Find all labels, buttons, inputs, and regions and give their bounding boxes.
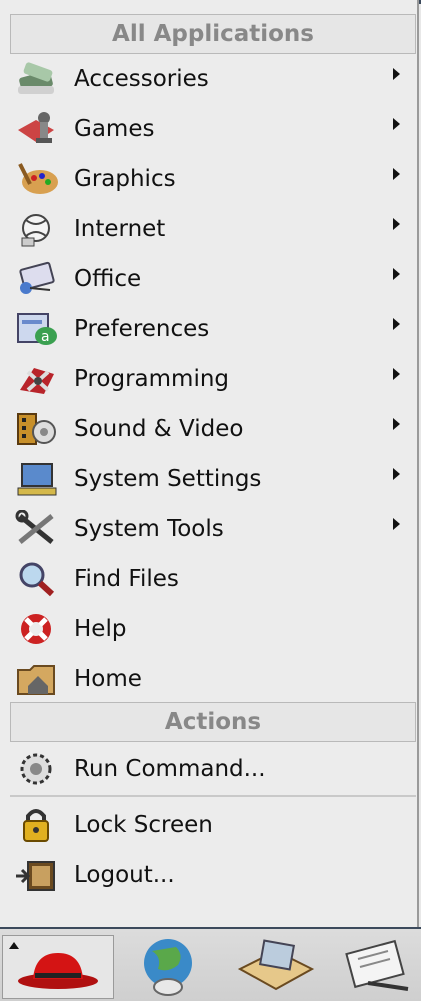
email-icon [237,939,315,991]
menu-item-label: System Settings [74,466,262,492]
menu-item-games[interactable]: Games [8,104,414,154]
action-lock-screen[interactable]: Lock Screen [8,800,414,850]
run-command-icon [8,747,66,791]
menu-item-label: Internet [74,216,166,242]
menu-item-label: Lock Screen [74,812,213,838]
menu-item-home[interactable]: Home [8,654,414,704]
menu-item-label: Sound & Video [74,416,244,442]
all-applications-header: All Applications [10,14,416,54]
menu-item-office[interactable]: Office [8,254,414,304]
submenu-arrow-icon [393,218,400,230]
programming-icon [8,357,66,401]
menu-item-graphics[interactable]: Graphics [8,154,414,204]
email-launcher[interactable] [226,935,326,999]
bottom-panel [0,927,421,1001]
menu-item-label: Games [74,116,155,142]
web-browser-icon [144,939,192,996]
menu-item-label: Help [74,616,127,642]
menu-item-label: Find Files [74,566,179,592]
svg-text:a: a [41,329,50,345]
action-run-command[interactable]: Run Command... [8,744,414,794]
menu-item-label: System Tools [74,516,224,542]
office-writer-icon [344,939,408,991]
menu-item-label: Run Command... [74,756,266,782]
graphics-icon [8,157,66,201]
menu-item-programming[interactable]: Programming [8,354,414,404]
actions-header: Actions [10,702,416,742]
menu-item-sound-video[interactable]: Sound & Video [8,404,414,454]
accessories-icon [8,57,66,101]
menu-item-label: Logout... [74,862,175,888]
menu-item-help[interactable]: Help [8,604,414,654]
main-menu-redhat-icon [18,953,98,989]
submenu-arrow-icon [393,518,400,530]
submenu-arrow-icon [393,368,400,380]
submenu-arrow-icon [393,168,400,180]
menu-item-accessories[interactable]: Accessories [8,54,414,104]
office-icon [8,257,66,301]
menu-item-label: Preferences [74,316,210,342]
menu-item-system-settings[interactable]: System Settings [8,454,414,504]
menu-item-label: Programming [74,366,230,392]
home-folder-icon [8,657,66,701]
applications-menu: All Applications Accessories Games Graph… [0,0,419,927]
sound-video-icon [8,407,66,451]
preferences-icon: a [8,307,66,351]
system-settings-icon [8,457,66,501]
menu-item-internet[interactable]: Internet [8,204,414,254]
writer-launcher[interactable] [334,935,421,999]
submenu-arrow-icon [393,68,400,80]
menu-item-system-tools[interactable]: System Tools [8,504,414,554]
system-tools-icon [8,507,66,551]
logout-icon [8,853,66,897]
separator [10,795,416,797]
main-menu-button[interactable] [2,935,114,999]
menu-up-arrow-icon [9,942,19,949]
submenu-arrow-icon [393,118,400,130]
submenu-arrow-icon [393,268,400,280]
internet-icon [8,207,66,251]
menu-item-label: Accessories [74,66,209,92]
submenu-arrow-icon [393,318,400,330]
submenu-arrow-icon [393,418,400,430]
menu-item-find-files[interactable]: Find Files [8,554,414,604]
find-files-icon [8,557,66,601]
lock-icon [8,803,66,847]
menu-item-label: Office [74,266,142,292]
help-icon [8,607,66,651]
web-browser-launcher[interactable] [118,935,218,999]
menu-item-label: Home [74,666,142,692]
action-logout[interactable]: Logout... [8,850,414,900]
menu-item-label: Graphics [74,166,176,192]
submenu-arrow-icon [393,468,400,480]
menu-item-preferences[interactable]: a Preferences [8,304,414,354]
games-icon [8,107,66,151]
